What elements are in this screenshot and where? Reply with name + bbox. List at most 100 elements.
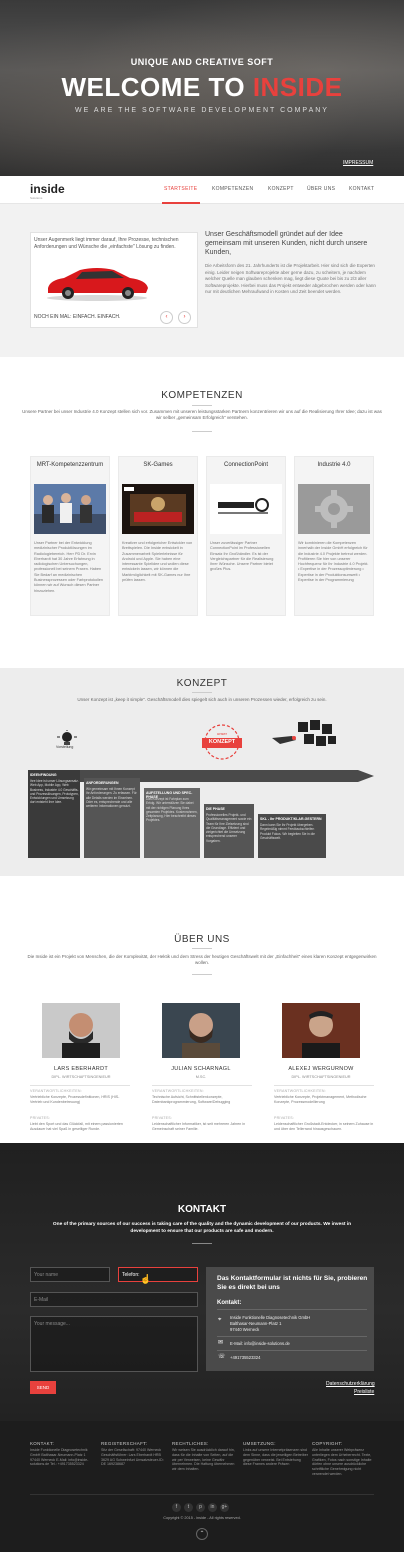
photo-julian-scharnagl: [162, 1003, 240, 1058]
ueber-divider: [192, 948, 212, 949]
copyright-text: Copyright © 2015 - inside - All rights r…: [163, 1516, 241, 1520]
konzept-title: KONZEPT: [176, 678, 228, 689]
slider-next-button[interactable]: ›: [178, 311, 191, 324]
konzept-step1-text: Ihre Idee ist unser Lösungsansatz. Web A…: [30, 779, 79, 805]
datenschutz-link[interactable]: Datenschutzerklärung: [326, 1381, 375, 1387]
kontakt-box-label: Kontakt:: [217, 1300, 242, 1306]
nav-item-ueber-uns[interactable]: ÜBER UNS: [307, 186, 335, 192]
kompetenzen-intro: Unsere Partner bei unser Industrie 4.0 K…: [22, 409, 382, 420]
footer-text-umsetzung: Links auf unsere Internetpräsenzen sind …: [243, 1448, 308, 1467]
kompetenz-title-connectionpoint: ConnectionPoint: [223, 462, 269, 468]
kontakt-box-divider-1: [217, 1309, 367, 1310]
address-line-3: 97440 Werneck: [230, 1327, 260, 1332]
footer-title-kontakt: KONTAKT:: [30, 1441, 55, 1446]
kontakt-divider: [192, 1243, 212, 1244]
kompetenz-card-skgames[interactable]: [118, 456, 198, 616]
konzept-step3-text: Das Konzept ist Fahrplan zum Erfolg. Wir…: [146, 797, 198, 823]
konzept-badge-line2: KONZEPT: [208, 739, 236, 745]
kompetenzen-title: KOMPETENZEN: [161, 390, 243, 401]
preisliste-link[interactable]: Preisliste: [354, 1389, 374, 1395]
footer-title-registerschaft: REGISTERSCHAFT:: [101, 1441, 148, 1446]
konzept-divider: [192, 692, 212, 693]
hero-title: WELCOME TO INSIDE: [0, 72, 404, 103]
label1-alexej: VERANTWORTLICHKEITEN:: [274, 1089, 326, 1093]
linkedin-icon[interactable]: in: [208, 1503, 217, 1512]
nav-item-kontakt[interactable]: KONTAKT: [349, 186, 374, 192]
nav-item-konzept[interactable]: KONZEPT: [268, 186, 294, 192]
divider-alexej: [274, 1085, 374, 1086]
pinterest-icon[interactable]: p: [196, 1503, 205, 1512]
ueber-title: ÜBER UNS: [174, 934, 230, 945]
email-icon: ✉: [218, 1340, 224, 1346]
intro-body: Die Arbeitsform des 21. Jahrhunderts ist…: [205, 263, 376, 294]
nav-item-startseite[interactable]: STARTSEITE: [164, 186, 197, 192]
footer-title-rechtliches: RECHTLICHES:: [172, 1441, 209, 1446]
intro-card-footer: NOCH EIN MAL: EINFACH. EINFACH.: [34, 314, 121, 320]
puzzle-hands-icon: [272, 720, 336, 746]
label2-julian: PRIVATES:: [152, 1116, 173, 1120]
kompetenz-text-mrt: Unser Partner bei der Entwicklung medizi…: [34, 541, 104, 593]
email-input[interactable]: E-Mail: [30, 1292, 198, 1307]
role-lars-eberhardt: DIPL. WIRTSCHAFTSINGENIEUR: [51, 1075, 111, 1079]
konzept-badge-line1: unser: [216, 731, 227, 736]
ueber-intro: Die Inside ist ein Projekt von Menschen,…: [27, 954, 377, 965]
intro-card-text: Unser Augenmerk liegt immer darauf, Ihre…: [34, 237, 179, 250]
hero-title-main: WELCOME TO: [61, 72, 253, 102]
photo-lars-eberhardt: [42, 1003, 120, 1058]
konzept-step5-text: Dann kann Sie Ihr Projekt übergeben. Reg…: [260, 823, 315, 840]
text1-julian: Technische Aufsicht, Schnittstellenkonze…: [152, 1095, 231, 1104]
konzept-step4-text: Professionelles Projekt- und Qualitätsma…: [206, 813, 252, 843]
scroll-to-top-button[interactable]: ⌃: [196, 1528, 208, 1540]
googleplus-icon[interactable]: g+: [220, 1503, 229, 1512]
divider-lars: [30, 1085, 130, 1086]
kompetenz-title-mrt: MRT-Kompetenzzentrum: [36, 462, 104, 468]
divider-julian: [152, 1085, 252, 1086]
kompetenz-title-industrie: Industrie 4.0: [317, 462, 351, 468]
hero-title-accent: INSIDE: [252, 72, 343, 102]
kontakt-phone[interactable]: +491735523324: [230, 1355, 260, 1361]
name-julian-scharnagl: JULIAN SCHARNAGL: [171, 1066, 231, 1072]
facebook-icon[interactable]: f: [172, 1503, 181, 1512]
konzept-step4-title: DIE PHASE: [206, 807, 225, 811]
send-button[interactable]: SEND: [30, 1381, 56, 1394]
name-input[interactable]: Your name: [30, 1267, 110, 1282]
konzept-intro: Unser Konzept ist „keep it simple". Gesc…: [77, 697, 327, 702]
kompetenz-card-connectionpoint[interactable]: [206, 456, 286, 616]
kompetenzen-divider-bottom: [192, 431, 212, 432]
photo-alexej-wergurnow: [282, 1003, 360, 1058]
footer-text-registerschaft: Sitz der Gesellschaft: 97440 Werneck Ges…: [101, 1448, 164, 1467]
text2-alexej: Leidenschaftlicher Großstadt-Entdecker, …: [274, 1122, 374, 1131]
connectionpoint-logo-image: [210, 484, 282, 534]
footer-text-rechtliches: Wir weisen Sie ausdrücklich darauf hin, …: [172, 1448, 235, 1472]
hero-subtitle: UNIQUE AND CREATIVE SOFT: [130, 57, 274, 67]
name-alexej-wergurnow: ALEXEJ WERGURNOW: [288, 1066, 354, 1072]
impressum-link[interactable]: IMPRESSUM: [343, 160, 373, 166]
message-textarea[interactable]: Your message...: [30, 1316, 198, 1372]
text2-lars: Liebt den Sport und das Glückfall, mit e…: [30, 1122, 123, 1131]
hero-tagline: WE ARE THE SOFTWARE DEVELOPMENT COMPANY: [75, 107, 329, 114]
phone-input[interactable]: Telefon:: [118, 1267, 198, 1282]
mrt-team-photo: [34, 484, 106, 534]
label2-lars: PRIVATES:: [30, 1116, 51, 1120]
footer-divider: [30, 1494, 374, 1495]
intro-headline: Unser Geschäftsmodell gründet auf der Id…: [205, 231, 368, 256]
footer-title-umsetzung: UMSETZUNG:: [243, 1441, 276, 1446]
kompetenz-text-industrie: Wir kombinieren die Kompetenzen innerhal…: [298, 541, 369, 583]
text1-alexej: Vertriebliche Konzepte, Projektmanagemen…: [274, 1095, 367, 1104]
kontakt-box-divider-3: [217, 1350, 367, 1351]
kontakt-intro: One of the primary sources of our succes…: [52, 1222, 352, 1234]
slider-prev-button[interactable]: ‹: [160, 311, 173, 324]
twitter-icon[interactable]: t: [184, 1503, 193, 1512]
text1-lars: Vertriebliche Konzepte, Prozessdefinitio…: [30, 1095, 120, 1104]
kontakt-box-divider-2: [217, 1336, 367, 1337]
logo[interactable]: inside: [30, 182, 65, 196]
nav-item-kompetenzen[interactable]: KOMPETENZEN: [212, 186, 253, 192]
phone-icon: ☏: [218, 1354, 226, 1360]
footer-text-kontakt: Inside Funktionelle Diagnosetechnik GmbH…: [30, 1448, 89, 1467]
konzept-step2-text: Wir gemeinsam mit Ihnen Konzept Ihr Anfo…: [86, 787, 137, 809]
skgames-boardgame-image: [122, 484, 194, 534]
role-julian-scharnagl: M.SC.: [195, 1075, 207, 1079]
industrie-gear-image: [298, 484, 370, 534]
kontakt-email[interactable]: E-Mail: info@inside-solutions.de: [230, 1341, 290, 1347]
kompetenz-card-industrie[interactable]: [294, 456, 374, 616]
